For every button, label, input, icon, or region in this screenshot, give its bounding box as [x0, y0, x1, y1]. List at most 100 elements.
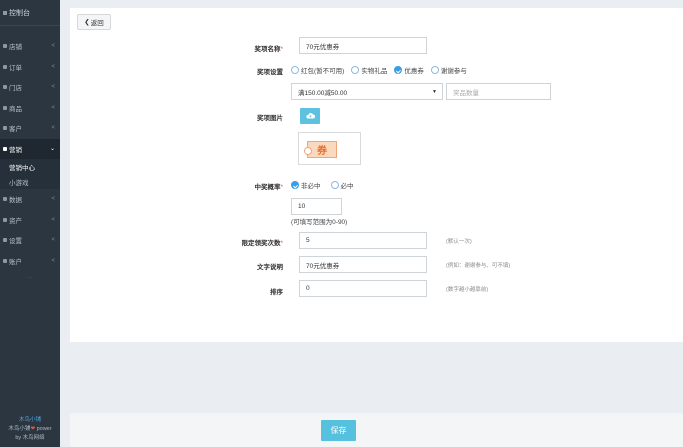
sidebar-item-data[interactable]: 数据 < [0, 189, 60, 210]
back-button-label: 返回 [90, 20, 104, 27]
radio-redpacket[interactable]: 红包(暂不可用) [291, 65, 344, 75]
radio-circle-icon [330, 181, 339, 189]
sidebar-header[interactable]: 控制台 [0, 0, 60, 26]
sidebar-subitem-marketing-center[interactable]: 营销中心 [0, 159, 60, 174]
caret-down-icon: ▼ [432, 88, 437, 95]
back-button[interactable]: ❮ 返回 [77, 14, 111, 30]
radio-checked-icon [291, 181, 299, 189]
limit-label: 限定领奖次数* [241, 237, 283, 247]
coupon-select-value: 满150.00减50.00 [298, 89, 348, 97]
sidebar-footer: 木鸟小铺 木鸟小铺❤ power by 木鸟网络 [0, 416, 60, 443]
footer-power-suffix: power [35, 426, 52, 432]
footer-power: 木鸟小铺❤ power [0, 425, 60, 434]
win-prob-input[interactable]: 10 [291, 198, 342, 215]
limit-input[interactable]: 5 [299, 232, 427, 249]
desc-hint: (例如：谢谢参与、可不填) [446, 263, 511, 269]
chevron-left-icon: < [51, 216, 55, 223]
win-prob-label-text: 中奖概率 [254, 184, 281, 191]
radio-label: 实物礼品 [361, 68, 388, 75]
sidebar-item-marketing[interactable]: 营销 ⌄ [0, 138, 60, 159]
cloud-upload-icon [305, 113, 315, 119]
prize-type-radio-group: 红包(暂不可用) 实物礼品 优惠券 谢谢参与 [291, 65, 467, 75]
sidebar-item-asset[interactable]: 资产 < [0, 210, 60, 231]
marketing-icon [3, 146, 7, 151]
sidebar-item-label: 客户 [9, 126, 22, 134]
sidebar-more: ··· [27, 275, 33, 281]
chevron-left-icon: < [51, 104, 55, 111]
sidebar-item-store[interactable]: 店铺 < [0, 36, 60, 57]
upload-button[interactable] [300, 108, 320, 124]
save-bar: 保存 [70, 413, 683, 447]
store-icon [3, 44, 7, 49]
sidebar-header-label: 控制台 [9, 9, 30, 17]
sort-label: 排序 [270, 289, 283, 296]
sidebar-item-label: 账户 [9, 258, 22, 266]
win-prob-hint: (可填写范围为0-90) [291, 219, 348, 226]
radio-not-guaranteed[interactable]: 非必中 [291, 180, 321, 190]
chevron-left-icon: < [51, 237, 55, 244]
prize-image-preview: 券 [298, 132, 361, 165]
sidebar-item-shop[interactable]: 门店 < [0, 77, 60, 98]
chevron-left-icon: < [51, 84, 55, 91]
limit-label-text: 限定领奖次数 [241, 240, 281, 247]
dashboard-icon [3, 10, 7, 15]
sidebar-item-label: 门店 [9, 85, 22, 93]
sidebar-item-order[interactable]: 订单 < [0, 57, 60, 78]
chevron-down-icon: ⌄ [49, 146, 55, 153]
radio-label: 非必中 [301, 183, 321, 190]
asset-icon [3, 217, 7, 222]
data-icon [3, 197, 7, 202]
radio-label: 红包(暂不可用) [301, 68, 345, 75]
sidebar-item-label: 设置 [9, 238, 22, 246]
customer-icon [3, 126, 7, 131]
radio-gift[interactable]: 实物礼品 [351, 65, 387, 75]
sidebar-subitem-minigame[interactable]: 小游戏 [0, 174, 60, 189]
sidebar: 控制台 店铺 < 订单 < 门店 < 商品 < 客户 < 营销 ⌄ 营销中心 小游戏 数据 <… [0, 0, 60, 447]
chevron-left-icon: ❮ [84, 19, 90, 26]
prize-name-label: 奖项名称* [254, 43, 283, 53]
sidebar-item-label: 资产 [9, 217, 22, 225]
chevron-left-icon: < [51, 257, 55, 264]
sidebar-item-label: 订单 [9, 64, 22, 72]
chevron-left-icon: < [51, 196, 55, 203]
radio-label: 必中 [340, 183, 354, 190]
desc-input[interactable]: 70元优惠券 [299, 256, 427, 273]
sidebar-item-settings[interactable]: 设置 < [0, 230, 60, 251]
goods-icon [3, 105, 7, 110]
prize-quantity-input[interactable]: 奖品数量 [446, 83, 551, 100]
sidebar-item-label: 商品 [9, 105, 22, 113]
radio-circle-icon [291, 66, 299, 74]
radio-label: 优惠券 [404, 68, 424, 75]
limit-hint: (默认一次) [446, 239, 472, 245]
required-mark: * [280, 240, 283, 247]
radio-label: 谢谢参与 [440, 68, 467, 75]
sort-hint: (数字越小越靠前) [446, 287, 489, 293]
prize-name-label-text: 奖项名称 [254, 46, 281, 53]
sidebar-item-label: 店铺 [9, 44, 22, 52]
radio-circle-icon [351, 66, 360, 74]
prize-setting-label: 奖项设置 [257, 69, 283, 76]
radio-coupon[interactable]: 优惠券 [394, 65, 424, 75]
save-button[interactable]: 保存 [321, 420, 356, 441]
form-panel: ❮ 返回 奖项名称* 70元优惠券 奖项设置 红包(暂不可用) 实物礼品 优惠券… [70, 8, 683, 342]
prize-name-input[interactable]: 70元优惠券 [299, 37, 427, 54]
shop-icon [3, 85, 7, 90]
order-icon [3, 64, 7, 69]
sidebar-item-account[interactable]: 账户 < [0, 251, 60, 272]
sidebar-item-label: 营销 [9, 146, 22, 154]
chevron-left-icon: < [51, 43, 55, 50]
win-prob-label: 中奖概率* [254, 181, 283, 191]
chevron-left-icon: < [51, 63, 55, 70]
win-prob-radio-group: 非必中 必中 [291, 180, 354, 190]
sidebar-item-goods[interactable]: 商品 < [0, 98, 60, 119]
coupon-char: 券 [317, 146, 327, 157]
coupon-select[interactable]: 满150.00减50.00 ▼ [291, 83, 443, 100]
radio-guaranteed[interactable]: 必中 [330, 180, 354, 190]
footer-brand: 木鸟小铺 [18, 417, 41, 423]
coupon-image: 券 [304, 141, 337, 158]
sidebar-item-customer[interactable]: 客户 < [0, 118, 60, 139]
required-mark: * [280, 46, 283, 53]
radio-thanks[interactable]: 谢谢参与 [430, 65, 467, 75]
footer-by: by 木鸟网络 [15, 435, 45, 441]
sort-input[interactable]: 0 [299, 280, 427, 297]
